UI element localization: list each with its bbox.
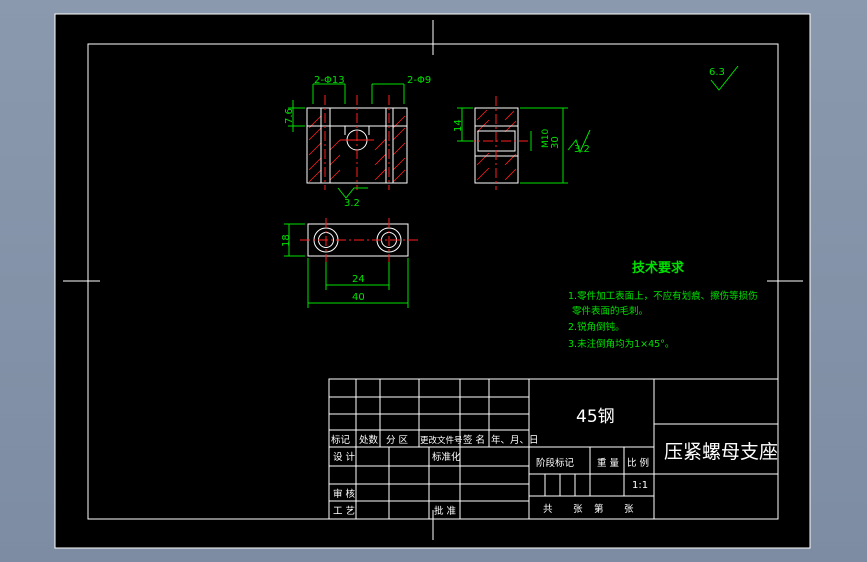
total-label: 共 xyxy=(543,504,553,515)
scale: 1:1 xyxy=(632,480,648,491)
sheet-unit-label: 张 xyxy=(624,504,634,515)
design-label: 设 计 xyxy=(333,451,356,463)
drawing-sheet xyxy=(54,13,811,549)
col-zone: 分 区 xyxy=(386,435,409,446)
dim-height-30: 30 xyxy=(550,136,561,149)
part-name: 压紧螺母支座 xyxy=(664,441,778,463)
standard-label: 标准化 xyxy=(432,451,461,463)
col-mark: 标记 xyxy=(331,434,351,446)
roughness-general: 6.3 xyxy=(709,67,725,78)
approve-label: 批 准 xyxy=(434,505,457,517)
tech-title: 技术要求 xyxy=(632,260,685,276)
dim-holes-small: 2-Φ9 xyxy=(407,75,431,86)
dim-depth: 7.6 xyxy=(284,108,295,124)
tech-line-2: 零件表面的毛刺。 xyxy=(572,305,648,317)
sheet-no-label: 第 xyxy=(594,503,604,515)
tech-line-4: 3.未注倒角均为1×45°。 xyxy=(568,338,674,350)
roughness-front: 3.2 xyxy=(344,198,360,209)
dim-width-18: 18 xyxy=(281,234,292,247)
col-sign: 签 名 xyxy=(463,434,485,446)
material: 45钢 xyxy=(576,407,615,427)
col-date: 年、月、日 xyxy=(491,434,539,446)
dim-height-14: 14 xyxy=(453,119,464,132)
process-label: 工 艺 xyxy=(333,506,355,517)
ratio-label: 比 例 xyxy=(627,457,649,469)
cad-viewport[interactable]: 2-Φ13 2-Φ9 7.6 3.2 14 M10 30 3.2 18 24 4… xyxy=(0,0,867,562)
sheets-label: 张 xyxy=(573,504,583,515)
dim-holes-large: 2-Φ13 xyxy=(314,75,345,86)
col-doc: 更改文件号 xyxy=(420,435,463,446)
roughness-side: 3.2 xyxy=(574,144,590,155)
tech-line-1: 1.零件加工表面上，不应有划痕、擦伤等损伤 xyxy=(568,290,758,302)
tech-line-3: 2.锐角倒钝。 xyxy=(568,321,625,333)
col-count: 处数 xyxy=(359,434,379,446)
dim-spacing-24: 24 xyxy=(352,274,365,285)
stage-label: 阶段标记 xyxy=(536,457,575,469)
drawing-canvas: 2-Φ13 2-Φ9 7.6 3.2 14 M10 30 3.2 18 24 4… xyxy=(54,13,811,549)
review-label: 审 核 xyxy=(333,488,356,500)
weight-label: 重 量 xyxy=(597,457,620,469)
dim-length-40: 40 xyxy=(352,292,365,303)
